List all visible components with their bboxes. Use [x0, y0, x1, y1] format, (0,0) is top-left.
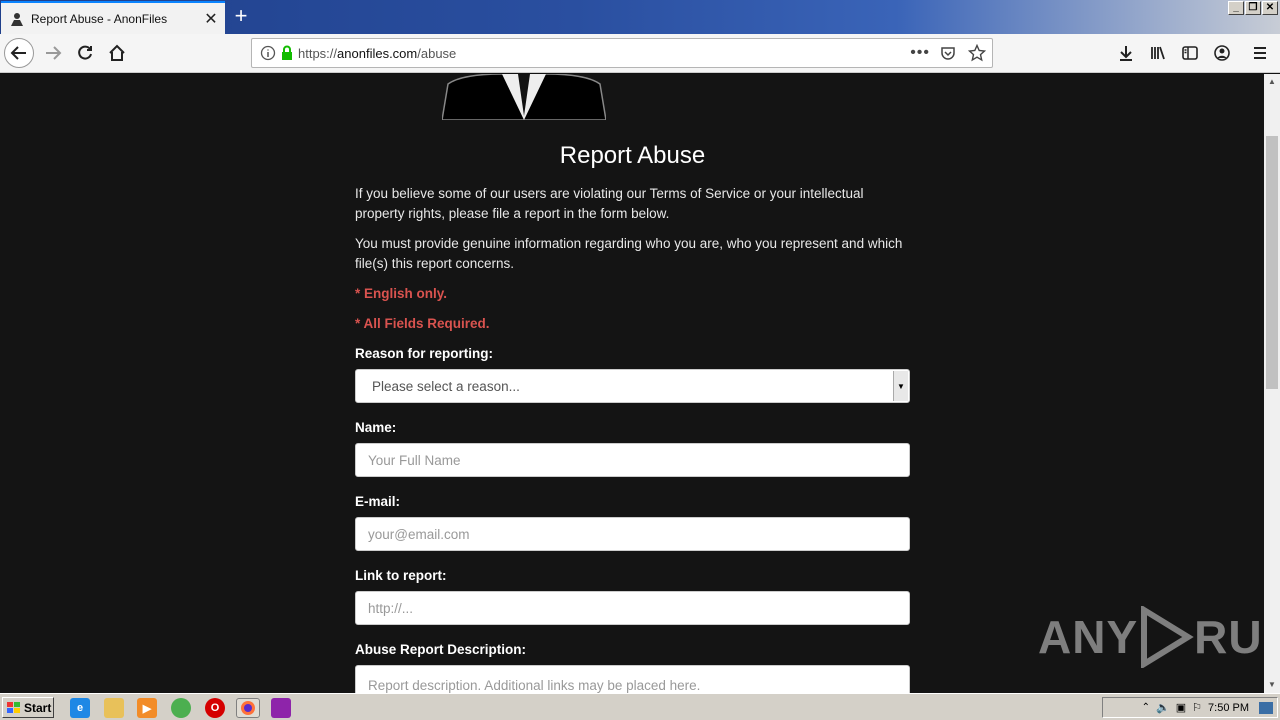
vertical-scrollbar[interactable]: ▲ ▼	[1264, 74, 1280, 693]
account-button[interactable]	[1207, 38, 1237, 68]
back-button[interactable]	[4, 38, 34, 68]
tray-expand-icon[interactable]: ⌃	[1142, 702, 1150, 713]
anyrun-watermark: ANY RUN	[1038, 606, 1280, 668]
home-icon	[109, 44, 125, 61]
tab-close-icon[interactable]: ✕	[201, 9, 221, 29]
link-input[interactable]: http://...	[355, 591, 910, 625]
clock[interactable]: 7:50 PM	[1208, 702, 1249, 714]
name-label: Name:	[355, 420, 397, 435]
tab-active[interactable]: Report Abuse - AnonFiles ✕	[1, 1, 225, 34]
forward-arrow-icon	[46, 46, 62, 60]
reason-label: Reason for reporting:	[355, 346, 494, 361]
new-tab-button[interactable]: +	[228, 4, 254, 30]
intro-paragraph: If you believe some of our users are vio…	[355, 186, 864, 221]
hamburger-menu-icon	[1254, 47, 1266, 59]
tab-title: Report Abuse - AnonFiles	[31, 11, 168, 26]
lock-icon[interactable]	[280, 45, 294, 61]
reload-icon	[78, 45, 92, 60]
firefox-icon	[241, 701, 255, 715]
email-input[interactable]: your@email.com	[355, 517, 910, 551]
url-prefix: https://	[298, 45, 338, 61]
tab-bar: Report Abuse - AnonFiles ✕ + _ ❐ ✕	[0, 0, 1280, 34]
restore-button[interactable]: ❐	[1245, 1, 1261, 15]
english-only-notice: * English only.	[355, 286, 448, 301]
show-desktop-icon[interactable]	[1259, 701, 1273, 714]
menu-button[interactable]	[1245, 38, 1275, 68]
window-controls: _ ❐ ✕	[1228, 1, 1278, 15]
url-domain: anonfiles.com	[337, 45, 418, 61]
winrar-icon[interactable]	[271, 698, 291, 718]
close-window-button[interactable]: ✕	[1262, 1, 1278, 15]
url-bar[interactable]: https://anonfiles.com/abuse •••	[251, 38, 993, 68]
forward-button[interactable]	[38, 38, 68, 68]
start-button[interactable]: Start	[2, 697, 54, 718]
volume-icon[interactable]: 🔈	[1156, 701, 1170, 714]
email-label: E-mail:	[355, 494, 401, 509]
page-content: Report Abuse If you believe some of our …	[0, 74, 1264, 693]
bookmark-star-icon[interactable]	[968, 44, 986, 62]
url-text[interactable]: https://anonfiles.com/abuse	[298, 46, 456, 61]
downloads-button[interactable]	[1111, 38, 1141, 68]
all-fields-required-notice: * All Fields Required.	[355, 316, 490, 331]
download-icon	[1120, 46, 1132, 61]
description-textarea[interactable]: Report description. Additional links may…	[355, 665, 910, 693]
chrome-icon[interactable]	[171, 698, 191, 718]
home-button[interactable]	[102, 38, 132, 68]
sidebar-button[interactable]	[1175, 38, 1205, 68]
scroll-up-arrow-icon[interactable]: ▲	[1264, 74, 1280, 90]
internet-explorer-icon[interactable]: e	[70, 698, 90, 718]
description-label: Abuse Report Description:	[355, 642, 527, 657]
watermark-left: ANY	[1038, 611, 1139, 663]
page-actions-icon[interactable]: •••	[910, 44, 930, 62]
windows-taskbar: Start e ▶ O ⌃ 🔈 ▣ ⚐ 7:50 PM	[0, 693, 1280, 720]
reload-button[interactable]	[70, 38, 100, 68]
opera-icon[interactable]: O	[205, 698, 225, 718]
chevron-down-icon[interactable]: ▼	[893, 371, 908, 401]
reason-select-value: Please select a reason...	[372, 378, 520, 394]
start-label: Start	[24, 700, 52, 715]
link-label: Link to report:	[355, 568, 447, 583]
reason-select[interactable]: Please select a reason... ▼	[355, 369, 910, 403]
pocket-icon[interactable]	[940, 45, 956, 61]
anonymous-mascot-logo	[442, 74, 606, 120]
firefox-taskbar-button[interactable]	[236, 698, 260, 718]
back-arrow-icon	[10, 46, 26, 60]
anonfiles-favicon-icon	[11, 12, 23, 26]
scroll-down-arrow-icon[interactable]: ▼	[1264, 677, 1280, 693]
scrollbar-thumb[interactable]	[1266, 136, 1278, 389]
info-icon[interactable]	[260, 45, 276, 61]
library-button[interactable]	[1143, 38, 1173, 68]
navigation-toolbar: https://anonfiles.com/abuse •••	[0, 34, 1280, 73]
play-icon	[1141, 606, 1194, 668]
media-player-icon[interactable]: ▶	[137, 698, 157, 718]
file-explorer-icon[interactable]	[104, 698, 124, 718]
minimize-button[interactable]: _	[1228, 1, 1244, 15]
action-center-flag-icon[interactable]: ⚐	[1192, 701, 1202, 714]
name-input[interactable]: Your Full Name	[355, 443, 910, 477]
library-icon	[1151, 46, 1165, 60]
url-path: /abuse	[417, 45, 457, 61]
page-title: Report Abuse	[559, 142, 706, 169]
windows-logo-icon	[7, 701, 20, 713]
account-icon	[1214, 45, 1230, 61]
system-tray: ⌃ 🔈 ▣ ⚐ 7:50 PM	[1102, 697, 1278, 718]
network-icon[interactable]: ▣	[1176, 701, 1186, 714]
sidebar-icon	[1182, 46, 1198, 60]
requirements-paragraph: You must provide genuine information reg…	[355, 236, 903, 271]
